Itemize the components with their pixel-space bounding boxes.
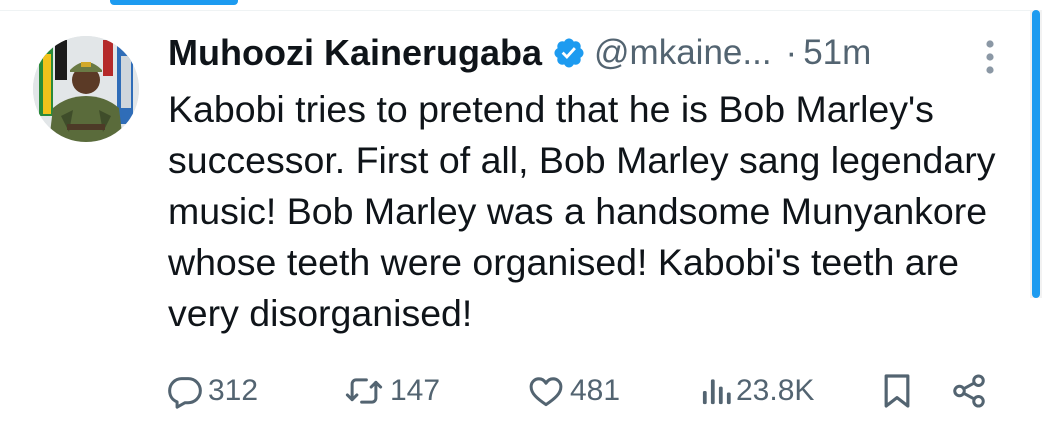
avatar-image bbox=[33, 36, 139, 142]
author-handle[interactable]: @mkaine... bbox=[594, 33, 772, 73]
heart-icon bbox=[526, 372, 566, 410]
timestamp[interactable]: 51m bbox=[803, 33, 871, 73]
divider bbox=[0, 10, 1042, 11]
more-options-icon[interactable] bbox=[978, 36, 1002, 78]
active-tab-indicator bbox=[110, 0, 238, 5]
author-name[interactable]: Muhoozi Kainerugaba bbox=[168, 32, 542, 74]
retweet-icon bbox=[342, 372, 386, 410]
bookmark-icon bbox=[880, 371, 914, 411]
reply-icon bbox=[166, 372, 204, 410]
avatar[interactable] bbox=[33, 36, 139, 142]
retweet-count: 147 bbox=[390, 374, 441, 407]
separator-dot: · bbox=[785, 33, 798, 72]
views-count: 23.8K bbox=[736, 374, 815, 407]
views-icon bbox=[700, 372, 732, 410]
share-button[interactable] bbox=[950, 366, 988, 416]
scrollbar-thumb[interactable] bbox=[1032, 10, 1040, 298]
reply-button[interactable]: 312 bbox=[166, 366, 258, 416]
share-icon bbox=[950, 372, 988, 410]
top-strip bbox=[0, 0, 1042, 12]
bookmark-button[interactable] bbox=[880, 366, 914, 416]
like-count: 481 bbox=[570, 374, 621, 407]
retweet-button[interactable]: 147 bbox=[342, 366, 440, 416]
views-button[interactable]: 23.8K bbox=[700, 366, 814, 416]
action-bar: 312 147 481 23.8K bbox=[0, 366, 1042, 416]
scrollbar[interactable] bbox=[1030, 10, 1042, 298]
tweet-header: Muhoozi Kainerugaba @mkaine... · 51m bbox=[168, 28, 871, 78]
tweet-text: Kabobi tries to pretend that he is Bob M… bbox=[168, 88, 996, 334]
reply-count: 312 bbox=[208, 374, 259, 407]
verified-badge-icon bbox=[552, 36, 586, 70]
like-button[interactable]: 481 bbox=[526, 366, 620, 416]
